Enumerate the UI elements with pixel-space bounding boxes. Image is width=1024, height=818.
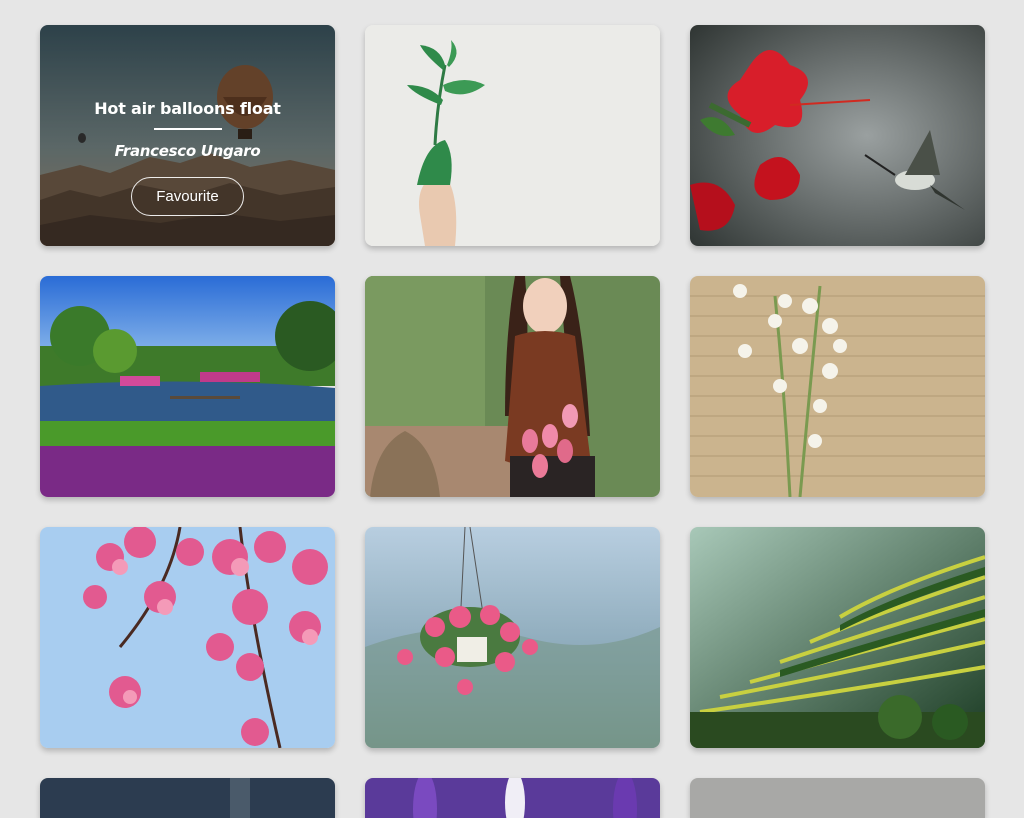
photo-card-hand-holding-plant[interactable] bbox=[365, 25, 660, 246]
photo-card-woman-with-tulips[interactable] bbox=[365, 276, 660, 497]
photo-card-partial[interactable] bbox=[40, 778, 335, 818]
photo-grid: Hot air balloons float Francesco Ungaro … bbox=[40, 25, 985, 748]
cherry-blossoms-image bbox=[40, 527, 335, 748]
photo-card-lily-of-the-valley[interactable] bbox=[690, 276, 985, 497]
rice-terraces-image bbox=[690, 527, 985, 748]
title-divider bbox=[153, 128, 222, 130]
photo-card-partial[interactable] bbox=[690, 778, 985, 818]
hibiscus-hummingbird-image bbox=[690, 25, 985, 246]
favourite-button[interactable]: Favourite bbox=[131, 177, 244, 216]
partial-image bbox=[690, 778, 985, 818]
card-title: Hot air balloons float bbox=[94, 99, 281, 118]
hand-holding-plant-image bbox=[365, 25, 660, 246]
photo-card-garden-pond[interactable] bbox=[40, 276, 335, 497]
photo-card-partial[interactable] bbox=[365, 778, 660, 818]
partial-image bbox=[40, 778, 335, 818]
photo-grid-partial-row bbox=[40, 778, 985, 818]
garden-pond-image bbox=[40, 276, 335, 497]
hanging-flower-pot-image bbox=[365, 527, 660, 748]
photo-card-rice-terraces[interactable] bbox=[690, 527, 985, 748]
woman-with-tulips-image bbox=[365, 276, 660, 497]
card-author: Francesco Ungaro bbox=[114, 142, 261, 160]
card-overlay: Hot air balloons float Francesco Ungaro … bbox=[40, 25, 335, 246]
partial-image bbox=[365, 778, 660, 818]
photo-card-cherry-blossoms[interactable] bbox=[40, 527, 335, 748]
photo-card-hot-air-balloons[interactable]: Hot air balloons float Francesco Ungaro … bbox=[40, 25, 335, 246]
photo-card-hibiscus-hummingbird[interactable] bbox=[690, 25, 985, 246]
photo-card-hanging-flower-pot[interactable] bbox=[365, 527, 660, 748]
lily-of-the-valley-image bbox=[690, 276, 985, 497]
